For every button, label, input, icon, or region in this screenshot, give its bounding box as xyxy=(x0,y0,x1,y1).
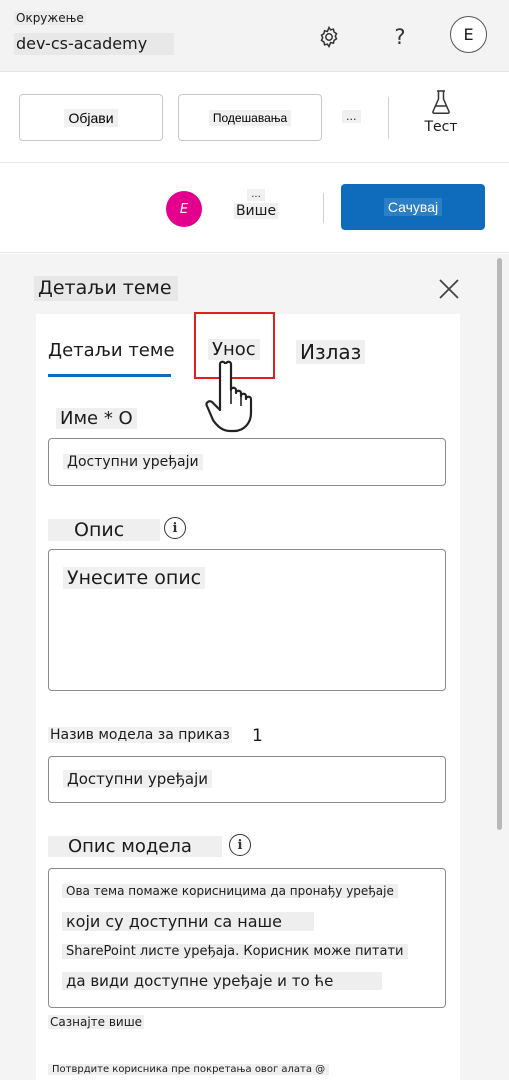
save-bar: E ... Више Сачувај xyxy=(0,163,509,253)
close-icon[interactable] xyxy=(436,276,462,302)
model-description-line: који су доступни са наше xyxy=(62,912,314,931)
save-button[interactable]: Сачувај xyxy=(341,184,485,230)
model-description-line: Ова тема помаже корисницима да пронађу у… xyxy=(62,884,398,898)
description-label: Опис xyxy=(48,519,160,541)
selected-tab-indicator xyxy=(48,374,171,377)
user-avatar[interactable]: E xyxy=(166,191,202,227)
toolbar-divider xyxy=(388,97,389,139)
model-description-line: SharePoint листе уређаја. Корисник може … xyxy=(62,944,408,959)
command-toolbar: Објави Подешавања ... Тест xyxy=(0,73,509,163)
save-label: Сачувај xyxy=(383,198,443,216)
name-input[interactable]: Доступни уређаји xyxy=(48,438,446,486)
toolbar-more-button[interactable]: ... xyxy=(342,110,361,123)
more-dots: ... xyxy=(247,189,265,201)
settings-button[interactable]: Подешавања xyxy=(178,94,322,141)
model-description-line: да види доступне уређаје и то ће xyxy=(62,972,382,990)
savebar-divider xyxy=(323,193,324,223)
confirm-user-text: Потврдите корисника пре покретања овог а… xyxy=(48,1064,330,1075)
learn-more-link[interactable]: Сазнајте више xyxy=(48,1015,145,1029)
account-avatar[interactable]: E xyxy=(450,16,487,53)
environment-name[interactable]: dev-cs-academy xyxy=(14,33,174,55)
settings-label: Подешавања xyxy=(208,109,292,126)
top-bar: Окружење dev-cs-academy ? E xyxy=(0,0,509,72)
publish-label: Објави xyxy=(64,108,118,127)
flask-icon xyxy=(432,90,450,115)
more-button[interactable]: ... Више xyxy=(233,189,279,219)
description-info-icon[interactable]: i xyxy=(164,517,186,539)
display-name-label: Назив модела за приказ xyxy=(48,727,232,743)
hand-cursor-icon xyxy=(205,360,253,433)
description-textarea[interactable]: Унесите опис xyxy=(48,549,446,691)
description-placeholder: Унесите опис xyxy=(63,567,206,589)
scrollbar-thumb[interactable] xyxy=(497,258,502,830)
name-label: Име * О xyxy=(56,408,137,429)
tab-topic-details[interactable]: Детаљи теме xyxy=(48,340,175,361)
publish-button[interactable]: Објави xyxy=(19,94,163,141)
panel-title: Детаљи теме xyxy=(34,276,178,301)
gear-icon[interactable] xyxy=(314,22,344,52)
tab-output[interactable]: Излаз xyxy=(296,340,366,364)
environment-label: Окружење xyxy=(14,11,86,25)
more-label: Више xyxy=(233,203,279,219)
display-name-input[interactable]: Доступни уређаји xyxy=(48,756,446,803)
model-description-label: Опис модела xyxy=(48,836,222,857)
name-value: Доступни уређаји xyxy=(63,454,203,470)
display-name-value: Доступни уређаји xyxy=(63,770,212,788)
display-name-counter: 1 xyxy=(252,726,263,746)
model-description-info-icon[interactable]: i xyxy=(229,834,251,856)
test-label: Тест xyxy=(424,119,458,135)
test-button[interactable]: Тест xyxy=(412,89,470,149)
question-icon[interactable]: ? xyxy=(385,22,415,52)
